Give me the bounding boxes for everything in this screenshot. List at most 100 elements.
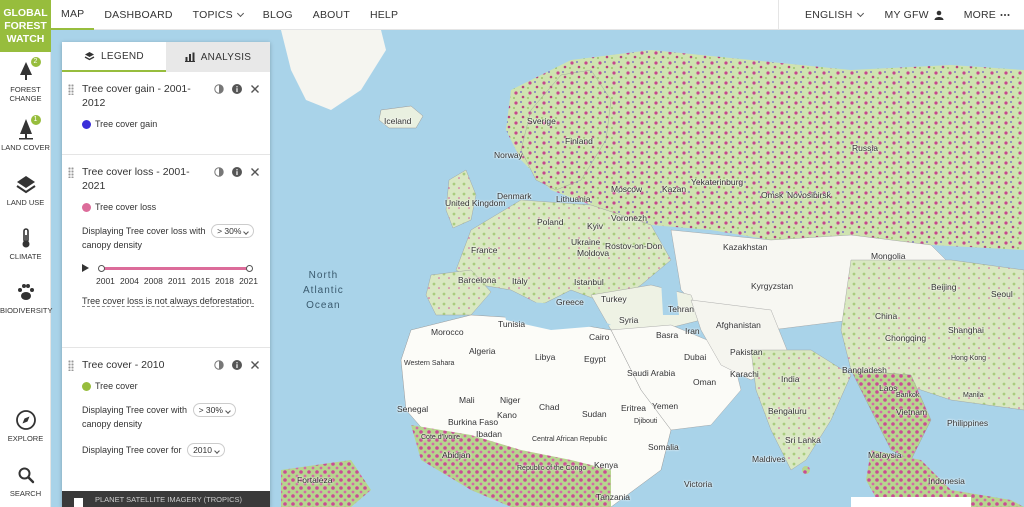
- layer-controls: [214, 167, 260, 177]
- map-label: Basra: [656, 330, 679, 340]
- language-selector[interactable]: ENGLISH: [779, 0, 875, 30]
- canopy-density-param: Displaying Tree cover with > 30% canopy …: [82, 403, 260, 431]
- map-label: Afghanistan: [716, 320, 761, 330]
- drag-handle-icon[interactable]: [68, 167, 74, 178]
- planet-imagery-layer[interactable]: PLANET SATELLITE IMAGERY (TROPICS): [62, 491, 270, 507]
- timeline-slider: 2001 2004 2008 2011 2015 2018 2021: [82, 264, 260, 292]
- timeline-end-handle[interactable]: [246, 265, 253, 272]
- layer-title: Tree cover gain - 2001-2012: [82, 83, 191, 109]
- sidebar-item-search[interactable]: SEARCH: [0, 464, 51, 498]
- map-label: Yekaterinburg: [691, 177, 744, 187]
- year-param: Displaying Tree cover for 2010: [82, 443, 260, 457]
- gfw-logo[interactable]: GLOBAL FOREST WATCH: [0, 0, 51, 52]
- map-label: Burkina Faso: [448, 417, 499, 427]
- map-label: Oman: [693, 377, 717, 387]
- sidebar-item-land-cover[interactable]: 1 LAND COVER: [0, 115, 51, 152]
- opacity-icon[interactable]: [214, 167, 224, 177]
- my-gfw-link[interactable]: MY GFW: [875, 0, 954, 30]
- panel-tabs: LEGEND ANALYSIS: [62, 42, 270, 72]
- canopy-density-param: Displaying Tree cover loss with > 30% ca…: [82, 224, 260, 252]
- canopy-density-select[interactable]: > 30%: [192, 403, 236, 417]
- search-icon: [18, 467, 34, 484]
- legend-swatch: [82, 202, 91, 212]
- info-icon[interactable]: [232, 84, 242, 94]
- map-label: Saudi Arabia: [627, 368, 676, 378]
- map-label: Omsk: [761, 190, 784, 200]
- layer-tree-cover-loss: Tree cover loss - 2001-2021 Tree cover l…: [62, 155, 270, 348]
- bar-chart-icon: [184, 52, 195, 62]
- map-label: Turkey: [601, 294, 627, 304]
- nav-topics[interactable]: TOPICS: [183, 0, 253, 30]
- map-label: Bankok: [896, 392, 920, 399]
- timeline-start-handle[interactable]: [98, 265, 105, 272]
- nav-help[interactable]: HELP: [360, 0, 408, 30]
- sidebar-item-climate[interactable]: CLIMATE: [0, 227, 51, 261]
- layer-count-badge: 2: [30, 57, 41, 67]
- play-icon[interactable]: [82, 264, 89, 272]
- layer-controls: [214, 360, 260, 370]
- layer-tree-cover: Tree cover - 2010 Tree cover Displaying …: [62, 348, 270, 493]
- opacity-icon[interactable]: [214, 360, 224, 370]
- canopy-density-select[interactable]: > 30%: [211, 224, 255, 238]
- map-label: Ibadan: [476, 429, 502, 439]
- map-label: Sri Lanka: [785, 435, 821, 445]
- drag-handle-icon[interactable]: [68, 84, 74, 95]
- map-label: Algeria: [469, 346, 496, 356]
- map-label: Sverige: [527, 116, 556, 126]
- map-label: Tanzania: [596, 492, 631, 502]
- map-label: Finland: [565, 136, 593, 146]
- tab-analysis[interactable]: ANALYSIS: [166, 42, 270, 72]
- year-select[interactable]: 2010: [187, 443, 225, 457]
- map-label: Chongqing: [885, 333, 927, 343]
- map-label: Indonesia: [928, 476, 965, 486]
- map-label: Kano: [497, 410, 517, 420]
- map-label: Novosibirsk: [787, 190, 831, 200]
- map-label: Eritrea: [621, 403, 647, 413]
- close-icon[interactable]: [250, 360, 260, 370]
- deforestation-note[interactable]: Tree cover loss is not always deforestat…: [82, 296, 260, 307]
- tab-legend[interactable]: LEGEND: [62, 42, 166, 72]
- nav-blog[interactable]: BLOG: [253, 0, 303, 30]
- user-icon: [934, 10, 944, 20]
- sidebar-item-forest-change[interactable]: 2 FOREST CHANGE: [0, 57, 51, 103]
- nav-dashboard[interactable]: DASHBOARD: [94, 0, 182, 30]
- nav-about[interactable]: ABOUT: [303, 0, 360, 30]
- map-label: Maldives: [752, 454, 786, 464]
- map-label: India: [781, 374, 800, 384]
- layer-checkbox[interactable]: [74, 498, 83, 507]
- layers-icon: [84, 51, 95, 60]
- sidebar-item-land-use[interactable]: LAND USE: [0, 173, 51, 207]
- chevron-down-icon: [236, 9, 244, 17]
- close-icon[interactable]: [250, 167, 260, 177]
- map-label: Kenya: [594, 460, 619, 470]
- info-icon[interactable]: [232, 360, 242, 370]
- sidebar-item-explore[interactable]: EXPLORE: [0, 409, 51, 443]
- more-menu[interactable]: MORE: [954, 0, 1024, 30]
- map-label: Denmark: [497, 191, 532, 201]
- info-icon[interactable]: [232, 167, 242, 177]
- map-label: Tunisia: [498, 319, 526, 329]
- timeline-track[interactable]: [101, 267, 250, 270]
- map-label: Iran: [685, 326, 700, 336]
- map-label: Greece: [556, 297, 584, 307]
- timeline-years: 2001 2004 2008 2011 2015 2018 2021: [96, 276, 258, 286]
- map-label: Karachi: [730, 369, 759, 379]
- opacity-icon[interactable]: [214, 84, 224, 94]
- layer-count-badge: 1: [30, 115, 41, 125]
- map-label: Republic of the Congo: [517, 465, 587, 472]
- map-label: Yemen: [652, 401, 679, 411]
- sidebar-item-biodiversity[interactable]: BIODIVERSITY: [0, 281, 53, 315]
- nav-map[interactable]: MAP: [51, 0, 95, 30]
- map-label: Senegal: [397, 404, 429, 414]
- map-label: Somalia: [648, 442, 679, 452]
- more-dots-icon: [1000, 13, 1010, 16]
- drag-handle-icon[interactable]: [68, 360, 74, 371]
- map-label: Western Sahara: [404, 360, 455, 367]
- map-label: Victoria: [684, 479, 713, 489]
- map-label: Iceland: [384, 116, 412, 126]
- map-label: Cairo: [589, 332, 610, 342]
- map-label: Kyrgyzstan: [751, 281, 794, 291]
- map-label: Kazan: [662, 184, 687, 194]
- layer-title: Tree cover - 2010: [82, 359, 165, 371]
- close-icon[interactable]: [250, 84, 260, 94]
